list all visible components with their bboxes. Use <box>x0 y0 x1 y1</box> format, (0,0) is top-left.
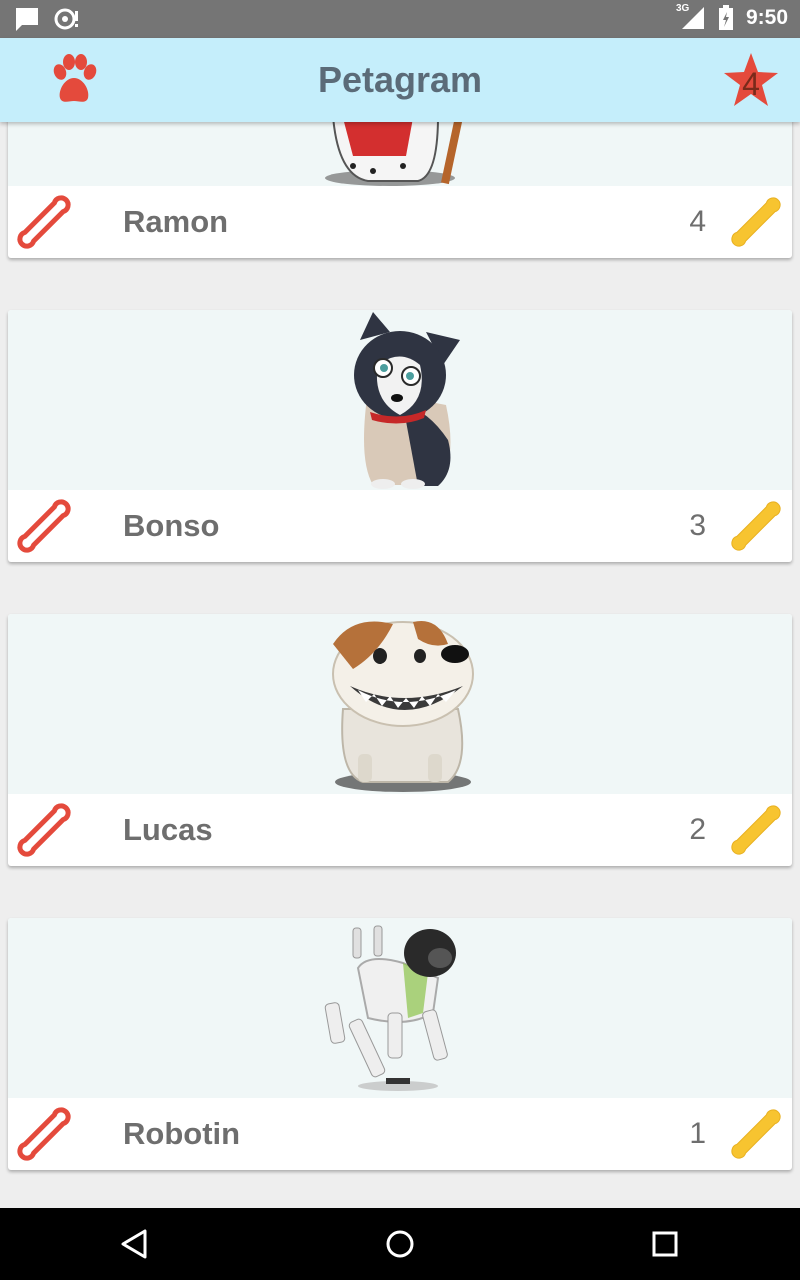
rating-bone-icon <box>731 1109 781 1159</box>
pet-card-footer: Lucas 2 <box>8 794 792 866</box>
message-icon <box>16 8 38 31</box>
app-title: Petagram <box>317 59 483 100</box>
husky-puppy-illustration <box>354 312 460 489</box>
king-dog-illustration <box>325 122 463 186</box>
pet-card: Lucas 2 <box>8 614 792 866</box>
pet-card-footer: Bonso 3 <box>8 490 792 562</box>
pet-rating: 3 <box>689 509 706 542</box>
like-bone-icon[interactable] <box>14 496 74 556</box>
pet-name: Bonso <box>123 508 220 543</box>
sync-alert-icon <box>54 8 78 30</box>
pet-card: Ramon 4 <box>8 122 792 258</box>
signal-icon: 3G <box>676 3 706 31</box>
robot-dog-illustration <box>324 925 456 1091</box>
battery-icon <box>718 5 733 30</box>
pet-card: Robotin 1 <box>8 918 792 1170</box>
pet-photo <box>8 122 792 186</box>
pet-photo <box>8 310 792 490</box>
recents-icon[interactable] <box>645 1224 685 1264</box>
pet-rating: 2 <box>689 813 706 846</box>
pet-list[interactable]: Ramon 4 Bonso 3 Lucas 2 Robotin 1 <box>0 122 800 1208</box>
pet-name: Robotin <box>123 1116 241 1151</box>
navigation-bar <box>0 1208 800 1280</box>
app-bar: Petagram 4 <box>0 38 800 122</box>
home-icon[interactable] <box>380 1224 420 1264</box>
back-icon[interactable] <box>115 1224 155 1264</box>
pet-card-footer: Robotin 1 <box>8 1098 792 1170</box>
like-bone-icon[interactable] <box>14 192 74 252</box>
pet-rating: 1 <box>689 1117 706 1150</box>
rating-bone-icon <box>731 501 781 551</box>
clock: 9:50 <box>745 6 788 29</box>
pet-name: Lucas <box>123 812 213 847</box>
pet-name: Ramon <box>123 204 229 239</box>
like-bone-icon[interactable] <box>14 1104 74 1164</box>
favorites-count: 4 <box>742 66 760 102</box>
rating-bone-icon <box>731 197 781 247</box>
pet-photo <box>8 918 792 1098</box>
like-bone-icon[interactable] <box>14 800 74 860</box>
pet-photo <box>8 614 792 794</box>
favorites-button[interactable]: 4 <box>722 52 780 108</box>
pet-card-footer: Ramon 4 <box>8 186 792 258</box>
smiling-bulldog-illustration <box>332 620 474 792</box>
pet-card: Bonso 3 <box>8 310 792 562</box>
status-bar: 3G 9:50 <box>0 0 800 38</box>
rating-bone-icon <box>731 805 781 855</box>
pet-rating: 4 <box>689 205 706 238</box>
